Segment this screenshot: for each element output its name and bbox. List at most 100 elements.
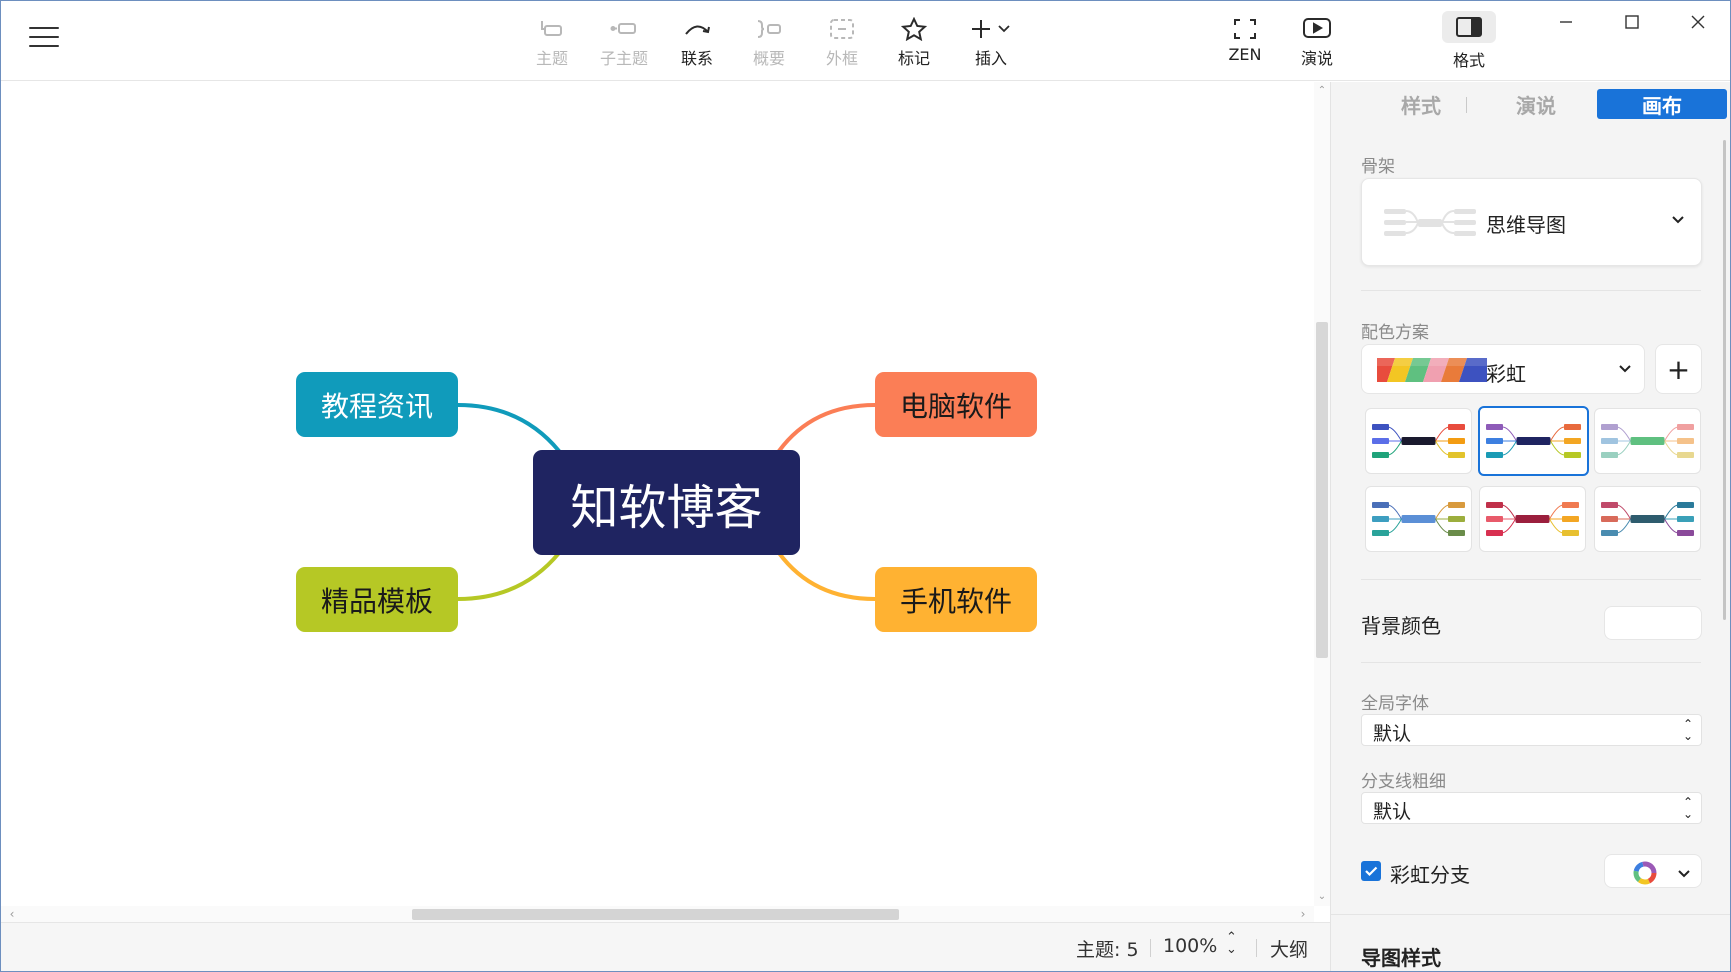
horizontal-scroll-thumb[interactable] — [412, 909, 899, 920]
zen-label: ZEN — [1228, 45, 1262, 64]
horizontal-scrollbar[interactable]: ‹ › — [1, 906, 1314, 922]
global-font-label: 全局字体 — [1361, 694, 1429, 714]
boundary-icon — [811, 15, 873, 43]
add-palette-button[interactable]: + — [1655, 344, 1702, 394]
subtopic-label: 子主题 — [599, 49, 648, 68]
subtopic-icon — [593, 15, 655, 43]
branch-topic-3[interactable]: 精品模板 — [296, 567, 458, 632]
branch-width-value: 默认 — [1373, 801, 1412, 823]
color-wheel-icon — [1633, 861, 1657, 885]
scroll-up-icon[interactable]: ⌃ — [1314, 84, 1330, 98]
outline-button[interactable]: 大纲 — [1270, 935, 1308, 962]
skeleton-select[interactable]: 思维导图 — [1361, 178, 1702, 266]
zoom-level[interactable]: 100% — [1163, 935, 1217, 957]
branch-line-2 — [777, 403, 877, 453]
maximize-button[interactable] — [1604, 7, 1660, 37]
background-color-label: 背景颜色 — [1361, 614, 1441, 638]
chevron-down-icon — [1671, 213, 1685, 229]
tab-canvas[interactable]: 画布 — [1597, 89, 1727, 119]
branch-topic-4[interactable]: 手机软件 — [875, 567, 1037, 632]
topic-count: 主题: 5 — [1076, 939, 1139, 961]
summary-label: 概要 — [752, 49, 785, 68]
mindmap-skeleton-icon — [1384, 209, 1476, 236]
branch-line-1 — [456, 403, 561, 453]
branch-width-select[interactable]: 默认 ⌃ ⌄ — [1361, 792, 1702, 824]
summary-button[interactable]: 概要 — [738, 15, 800, 71]
format-button[interactable] — [1442, 11, 1496, 43]
theme-thumbnail-2[interactable] — [1478, 406, 1589, 476]
theme-preview-graphic — [1372, 424, 1465, 458]
play-screen-icon — [1286, 15, 1348, 43]
vertical-scroll-thumb[interactable] — [1316, 322, 1328, 658]
theme-thumbnail-1[interactable] — [1365, 408, 1472, 474]
minimize-icon — [1560, 21, 1572, 23]
theme-thumbnail-5[interactable] — [1479, 486, 1586, 552]
skeleton-label: 骨架 — [1361, 157, 1395, 177]
insert-button[interactable]: 插入 — [959, 15, 1023, 71]
status-bar: 主题: 5 100% ⌃ ⌄ 大纲 — [1, 922, 1330, 971]
status-divider — [1150, 939, 1151, 957]
chevron-down-icon — [1618, 362, 1632, 378]
app-window: 主题 子主题 联系 概要 外框 标记 插入 ZEN 演说 格式 知软博客 教程资… — [0, 0, 1731, 972]
summary-icon — [738, 15, 800, 43]
subtopic-button[interactable]: 子主题 — [593, 15, 655, 71]
vertical-scrollbar[interactable]: ⌃ ⌄ — [1314, 82, 1330, 906]
branch-topic-1[interactable]: 教程资讯 — [296, 372, 458, 437]
close-button[interactable] — [1670, 7, 1726, 37]
topic-label: 主题 — [535, 49, 568, 68]
close-icon — [1691, 15, 1705, 29]
scroll-right-icon[interactable]: › — [1296, 906, 1310, 922]
present-button[interactable]: 演说 — [1286, 15, 1348, 71]
theme-preview-graphic — [1372, 502, 1465, 536]
topic-icon — [521, 15, 583, 43]
boundary-button[interactable]: 外框 — [811, 15, 873, 71]
global-font-value: 默认 — [1373, 723, 1412, 745]
theme-preview-graphic — [1601, 502, 1694, 536]
section-divider — [1361, 579, 1701, 580]
branch-topic-2[interactable]: 电脑软件 — [875, 372, 1037, 437]
zen-button[interactable]: ZEN — [1214, 15, 1276, 71]
section-divider — [1331, 914, 1730, 915]
section-divider — [1361, 662, 1701, 663]
insert-label: 插入 — [974, 49, 1007, 68]
panel-scrollbar[interactable] — [1723, 140, 1726, 620]
scroll-left-icon[interactable]: ‹ — [5, 906, 19, 922]
updown-chevron-icon: ⌃ ⌄ — [1682, 717, 1693, 743]
branch-width-label: 分支线粗细 — [1361, 772, 1446, 792]
relationship-label: 联系 — [680, 49, 713, 68]
updown-chevron-icon: ⌃ ⌄ — [1682, 795, 1693, 821]
branch-line-3 — [456, 551, 561, 601]
checkmark-icon — [1365, 866, 1378, 877]
zoom-stepper-icon[interactable]: ⌃ ⌄ — [1226, 931, 1237, 956]
rainbow-palette-swatch — [1377, 358, 1487, 382]
theme-thumbnail-4[interactable] — [1365, 486, 1472, 552]
central-topic[interactable]: 知软博客 — [533, 450, 800, 555]
plus-icon — [959, 15, 1023, 43]
section-divider — [1361, 290, 1701, 291]
relationship-icon — [666, 15, 728, 43]
boundary-label: 外框 — [825, 49, 858, 68]
relationship-button[interactable]: 联系 — [666, 15, 728, 71]
marker-button[interactable]: 标记 — [883, 15, 945, 71]
palette-select[interactable]: 彩虹 — [1361, 344, 1645, 394]
minimize-button[interactable] — [1538, 7, 1594, 37]
rainbow-branch-checkbox[interactable] — [1361, 861, 1381, 881]
hamburger-menu-icon[interactable] — [29, 27, 59, 53]
format-label: 格式 — [1452, 51, 1485, 70]
tab-presentation[interactable]: 演说 — [1471, 89, 1601, 119]
tab-style[interactable]: 样式 — [1371, 89, 1471, 119]
star-icon — [883, 15, 945, 43]
global-font-select[interactable]: 默认 ⌃ ⌄ — [1361, 714, 1702, 746]
palette-value: 彩虹 — [1486, 362, 1526, 386]
topic-button[interactable]: 主题 — [521, 15, 583, 71]
theme-thumbnail-6[interactable] — [1594, 486, 1701, 552]
scroll-down-icon[interactable]: ⌄ — [1314, 890, 1330, 904]
top-toolbar: 主题 子主题 联系 概要 外框 标记 插入 ZEN 演说 格式 — [1, 1, 1730, 81]
format-label-wrap: 格式 — [1442, 47, 1496, 71]
theme-thumbnail-3[interactable] — [1594, 408, 1701, 474]
panel-toggle-icon — [1442, 11, 1496, 43]
rainbow-color-picker[interactable] — [1604, 854, 1702, 888]
background-color-swatch[interactable] — [1604, 606, 1702, 640]
fullscreen-icon — [1214, 15, 1276, 43]
format-panel: 样式 演说 画布 骨架 思维导图 配色方案 彩虹 + 背景颜色 全局字体 默认 … — [1330, 82, 1730, 971]
